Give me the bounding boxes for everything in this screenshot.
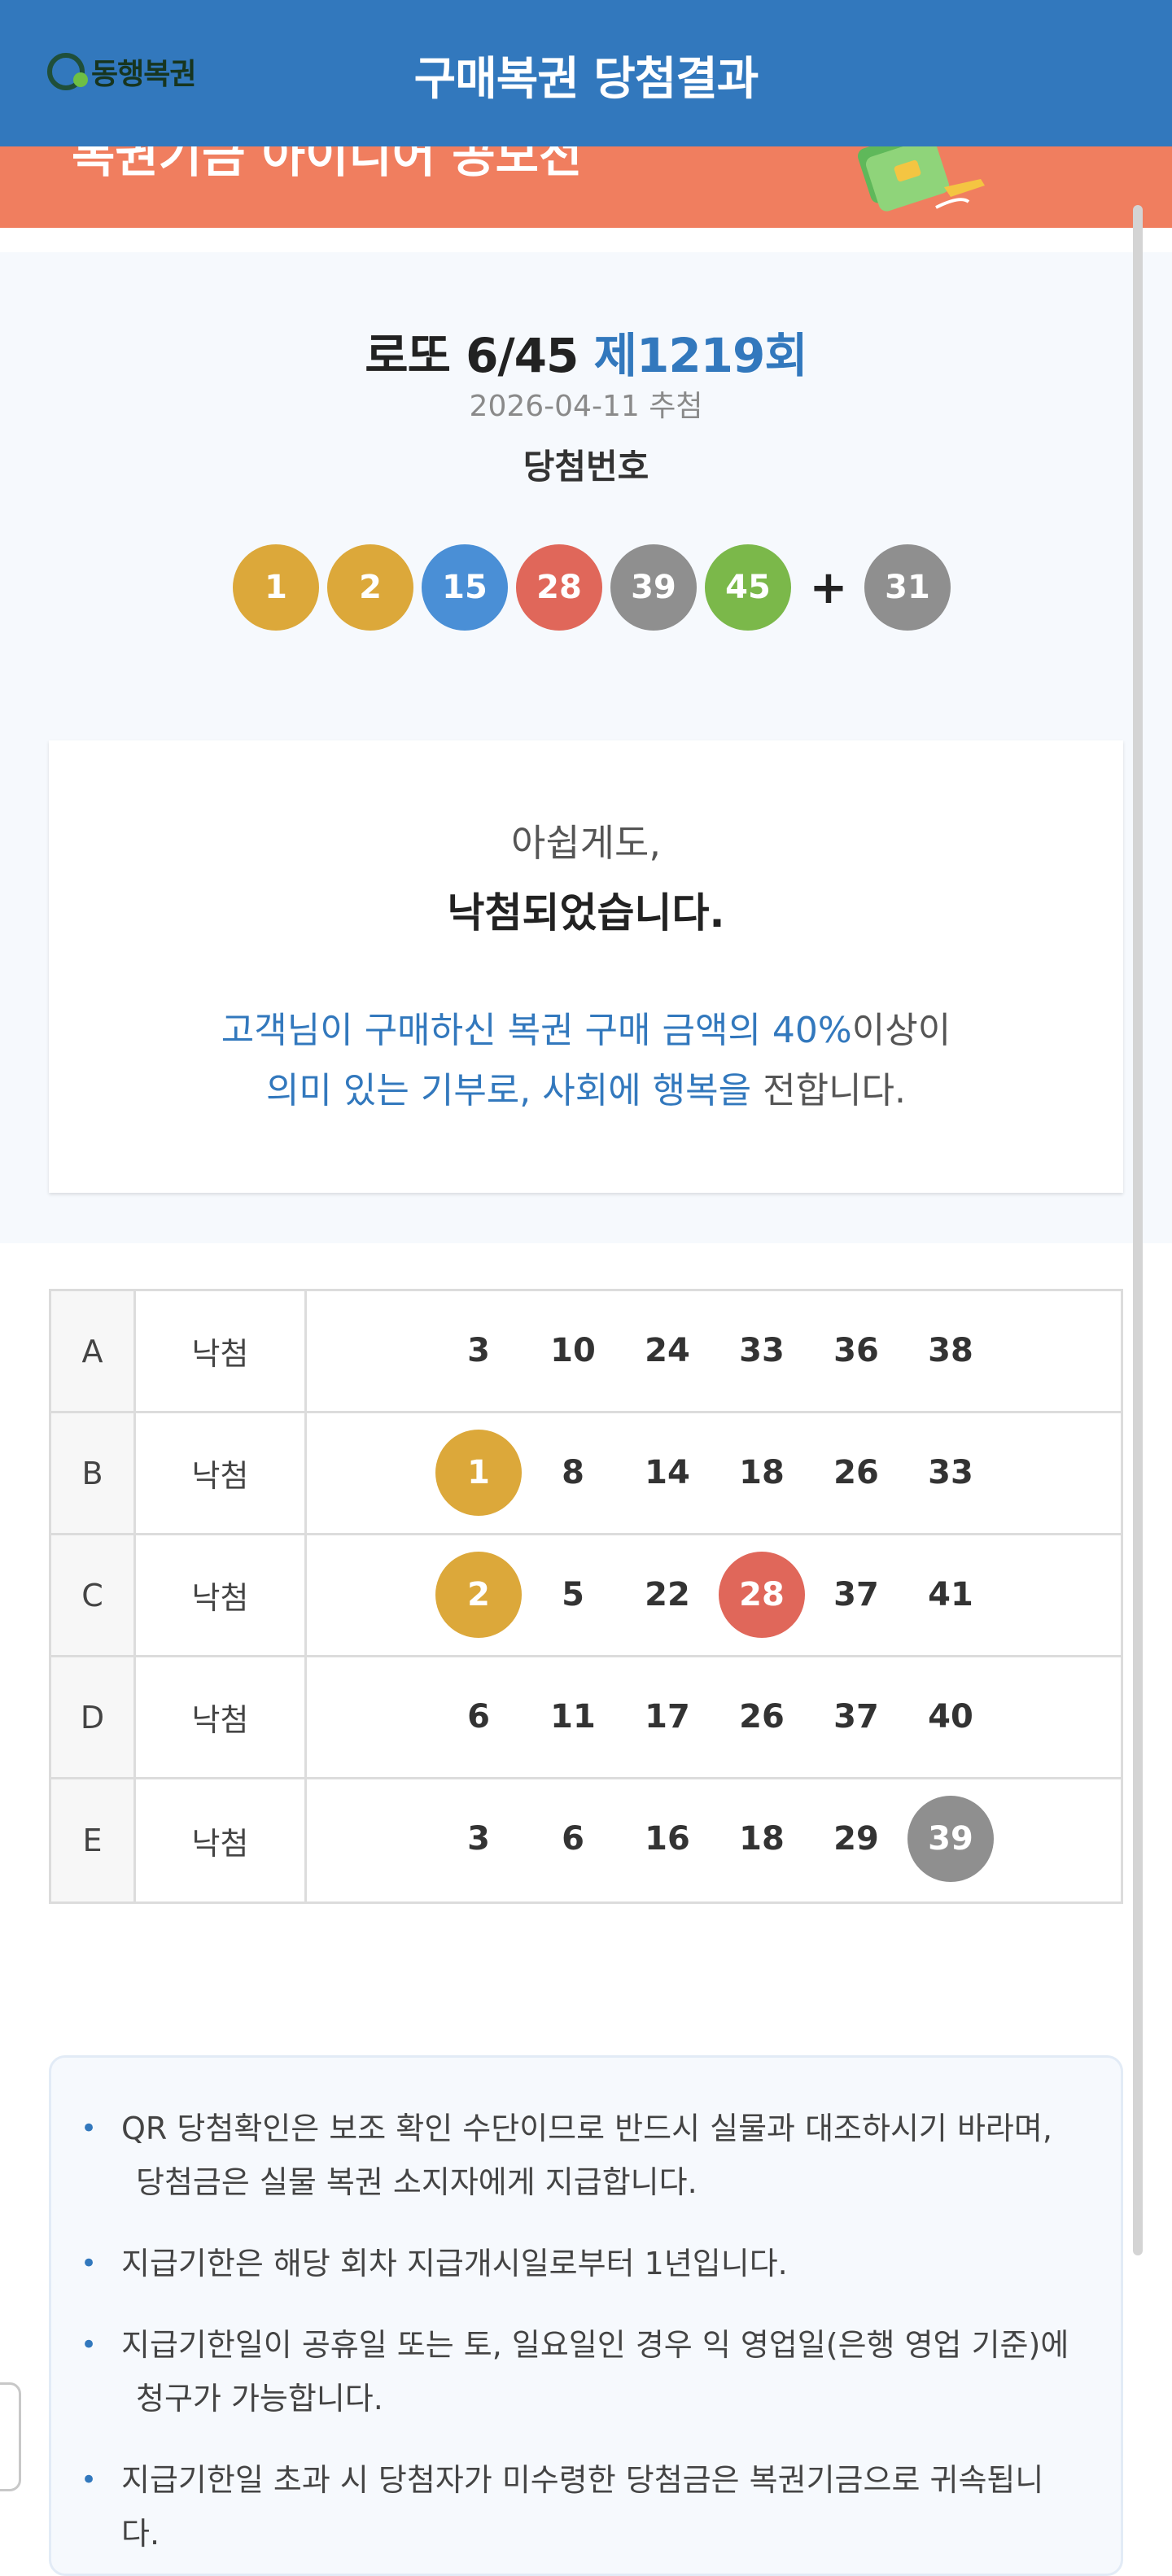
ticket-number: 6 bbox=[467, 1698, 490, 1736]
ticket-number: 37 bbox=[833, 1698, 879, 1736]
table-row: D 낙첨 6 11 17 26 37 40 bbox=[51, 1657, 1121, 1779]
winning-number-ball: 1 bbox=[233, 544, 319, 631]
ticket-number: 36 bbox=[833, 1332, 879, 1369]
notice-text-continued: 당첨금은 실물 복권 소지자에게 지급합니다. bbox=[136, 2164, 698, 2200]
table-row: E 낙첨 3 6 16 18 29 39 bbox=[51, 1779, 1121, 1901]
donation-line2-end: 전합니다. bbox=[751, 1070, 907, 1111]
ticket-number: 41 bbox=[928, 1576, 973, 1613]
donation-message: 고객님이 구매하신 복권 구매 금액의 40%이상이 의미 있는 기부로, 사회… bbox=[49, 1001, 1123, 1121]
notice-item: 지급기한일 초과 시 당첨자가 미수령한 당첨금은 복권기금으로 귀속됩니다. bbox=[81, 2453, 1072, 2561]
ticket-line-status: 낙첨 bbox=[136, 1779, 307, 1901]
ticket-number: 22 bbox=[645, 1576, 690, 1613]
ticket-number: 3 bbox=[467, 1332, 490, 1369]
ticket-number: 16 bbox=[645, 1820, 690, 1858]
matched-number-ball: 39 bbox=[907, 1796, 994, 1882]
round-number: 제1219회 bbox=[593, 328, 808, 383]
winning-numbers: 1 2 15 28 39 45 +31 bbox=[233, 544, 959, 631]
winning-number-ball: 2 bbox=[327, 544, 413, 631]
winning-number-ball: 15 bbox=[422, 544, 508, 631]
ticket-number: 33 bbox=[739, 1332, 785, 1369]
ticket-line-label: D bbox=[51, 1657, 136, 1777]
matched-number-ball: 1 bbox=[435, 1430, 522, 1516]
result-intro: 아쉽게도, bbox=[511, 821, 661, 865]
matched-number-ball: 28 bbox=[719, 1552, 805, 1638]
ticket-line-label: A bbox=[51, 1291, 136, 1411]
notice-text: 지급기한일이 공휴일 또는 토, 일요일인 경우 익 영업일(은행 영업 기준)… bbox=[121, 2327, 1069, 2363]
page-title: 구매복권 당첨결과 bbox=[413, 53, 759, 106]
ticket-line-label: C bbox=[51, 1535, 136, 1655]
ticket-line-numbers: 3 10 24 33 36 38 bbox=[307, 1291, 1121, 1411]
ticket-line-numbers: 3 6 16 18 29 39 bbox=[307, 1779, 1121, 1901]
table-row: B 낙첨 1 8 14 18 26 33 bbox=[51, 1413, 1121, 1535]
ticket-number: 37 bbox=[833, 1576, 879, 1613]
matched-number-ball: 2 bbox=[435, 1552, 522, 1638]
money-illustration-icon bbox=[857, 146, 985, 212]
ticket-number: 17 bbox=[645, 1698, 690, 1736]
ticket-line-numbers: 6 11 17 26 37 40 bbox=[307, 1657, 1121, 1777]
ticket-number: 5 bbox=[562, 1576, 584, 1613]
bonus-plus-sign: + bbox=[809, 561, 848, 614]
notice-list: QR 당첨확인은 보조 확인 수단이므로 반드시 실물과 대조하시기 바라며, 당… bbox=[51, 2058, 1121, 2561]
ticket-number: 33 bbox=[928, 1454, 973, 1491]
result-status: 낙첨되었습니다. bbox=[447, 889, 725, 937]
ticket-number: 18 bbox=[739, 1454, 785, 1491]
ticket-number: 10 bbox=[550, 1332, 596, 1369]
ticket-number: 40 bbox=[928, 1698, 973, 1736]
winning-number-ball: 28 bbox=[516, 544, 602, 631]
ticket-line-status: 낙첨 bbox=[136, 1413, 307, 1533]
donation-line2: 의미 있는 기부로, 사회에 행복을 bbox=[265, 1070, 752, 1111]
notice-box: QR 당첨확인은 보조 확인 수단이므로 반드시 실물과 대조하시기 바라며, 당… bbox=[49, 2055, 1123, 2576]
result-card: 아쉽게도, 낙첨되었습니다. 고객님이 구매하신 복권 구매 금액의 40%이상… bbox=[49, 740, 1123, 1193]
draw-date: 2026-04-11 추첨 bbox=[469, 390, 703, 423]
ticket-number: 24 bbox=[645, 1332, 690, 1369]
round-title: 로또 6/45 제1219회 bbox=[0, 317, 1172, 386]
ticket-line-status: 낙첨 bbox=[136, 1291, 307, 1411]
notice-text: 지급기한일 초과 시 당첨자가 미수령한 당첨금은 복권기금으로 귀속됩니다. bbox=[121, 2462, 1044, 2552]
winning-numbers-section: 로또 6/45 제1219회 2026-04-11 추첨 당첨번호 1 2 15 28… bbox=[0, 252, 1172, 1243]
ticket-results-table: A 낙첨 3 10 24 33 36 38 B 낙첨 1 8 14 18 26 33 C 낙첨 2 5 22 28 37 41… bbox=[49, 1289, 1123, 1904]
winning-numbers-label: 당첨번호 bbox=[523, 447, 649, 487]
ticket-number: 6 bbox=[562, 1820, 584, 1858]
bonus-number-ball: 31 bbox=[864, 544, 951, 631]
game-name: 로또 6/45 bbox=[365, 328, 579, 383]
app-header: 동행복권 구매복권 당첨결과 bbox=[0, 0, 1172, 146]
ticket-number: 38 bbox=[928, 1332, 973, 1369]
ticket-number: 8 bbox=[562, 1454, 584, 1491]
notice-text: QR 당첨확인은 보조 확인 수단이므로 반드시 실물과 대조하시기 바라며, bbox=[121, 2111, 1052, 2146]
donation-line1-end: 이상이 bbox=[851, 1010, 951, 1051]
promo-banner[interactable]: 복권기금 아이디어 공모전 bbox=[0, 146, 1172, 228]
notice-text: 지급기한은 해당 회차 지급개시일로부터 1년입니다. bbox=[121, 2246, 788, 2281]
notice-text-continued: 청구가 가능합니다. bbox=[136, 2381, 383, 2417]
winning-number-ball: 45 bbox=[705, 544, 791, 631]
ticket-line-label: E bbox=[51, 1779, 136, 1901]
ticket-line-numbers: 2 5 22 28 37 41 bbox=[307, 1535, 1121, 1655]
ticket-number: 3 bbox=[467, 1820, 490, 1858]
banner-text: 복권기금 아이디어 공모전 bbox=[72, 146, 583, 183]
ticket-number: 29 bbox=[833, 1820, 879, 1858]
scrollbar[interactable] bbox=[1133, 205, 1143, 2255]
table-row: C 낙첨 2 5 22 28 37 41 bbox=[51, 1535, 1121, 1657]
ticket-number: 18 bbox=[739, 1820, 785, 1858]
ticket-number: 26 bbox=[739, 1698, 785, 1736]
notice-item: 지급기한은 해당 회차 지급개시일로부터 1년입니다. bbox=[81, 2237, 1072, 2290]
ticket-line-status: 낙첨 bbox=[136, 1657, 307, 1777]
ticket-number: 14 bbox=[645, 1454, 690, 1491]
side-tab-handle[interactable] bbox=[0, 2382, 21, 2491]
ticket-line-label: B bbox=[51, 1413, 136, 1533]
notice-item: 지급기한일이 공휴일 또는 토, 일요일인 경우 익 영업일(은행 영업 기준)… bbox=[81, 2318, 1072, 2425]
notice-item: QR 당첨확인은 보조 확인 수단이므로 반드시 실물과 대조하시기 바라며, 당… bbox=[81, 2102, 1072, 2209]
ticket-line-status: 낙첨 bbox=[136, 1535, 307, 1655]
table-row: A 낙첨 3 10 24 33 36 38 bbox=[51, 1291, 1121, 1413]
ticket-line-numbers: 1 8 14 18 26 33 bbox=[307, 1413, 1121, 1533]
ticket-number: 11 bbox=[550, 1698, 596, 1736]
ticket-number: 26 bbox=[833, 1454, 879, 1491]
donation-line1: 고객님이 구매하신 복권 구매 금액의 40% bbox=[221, 1010, 852, 1051]
winning-number-ball: 39 bbox=[610, 544, 697, 631]
